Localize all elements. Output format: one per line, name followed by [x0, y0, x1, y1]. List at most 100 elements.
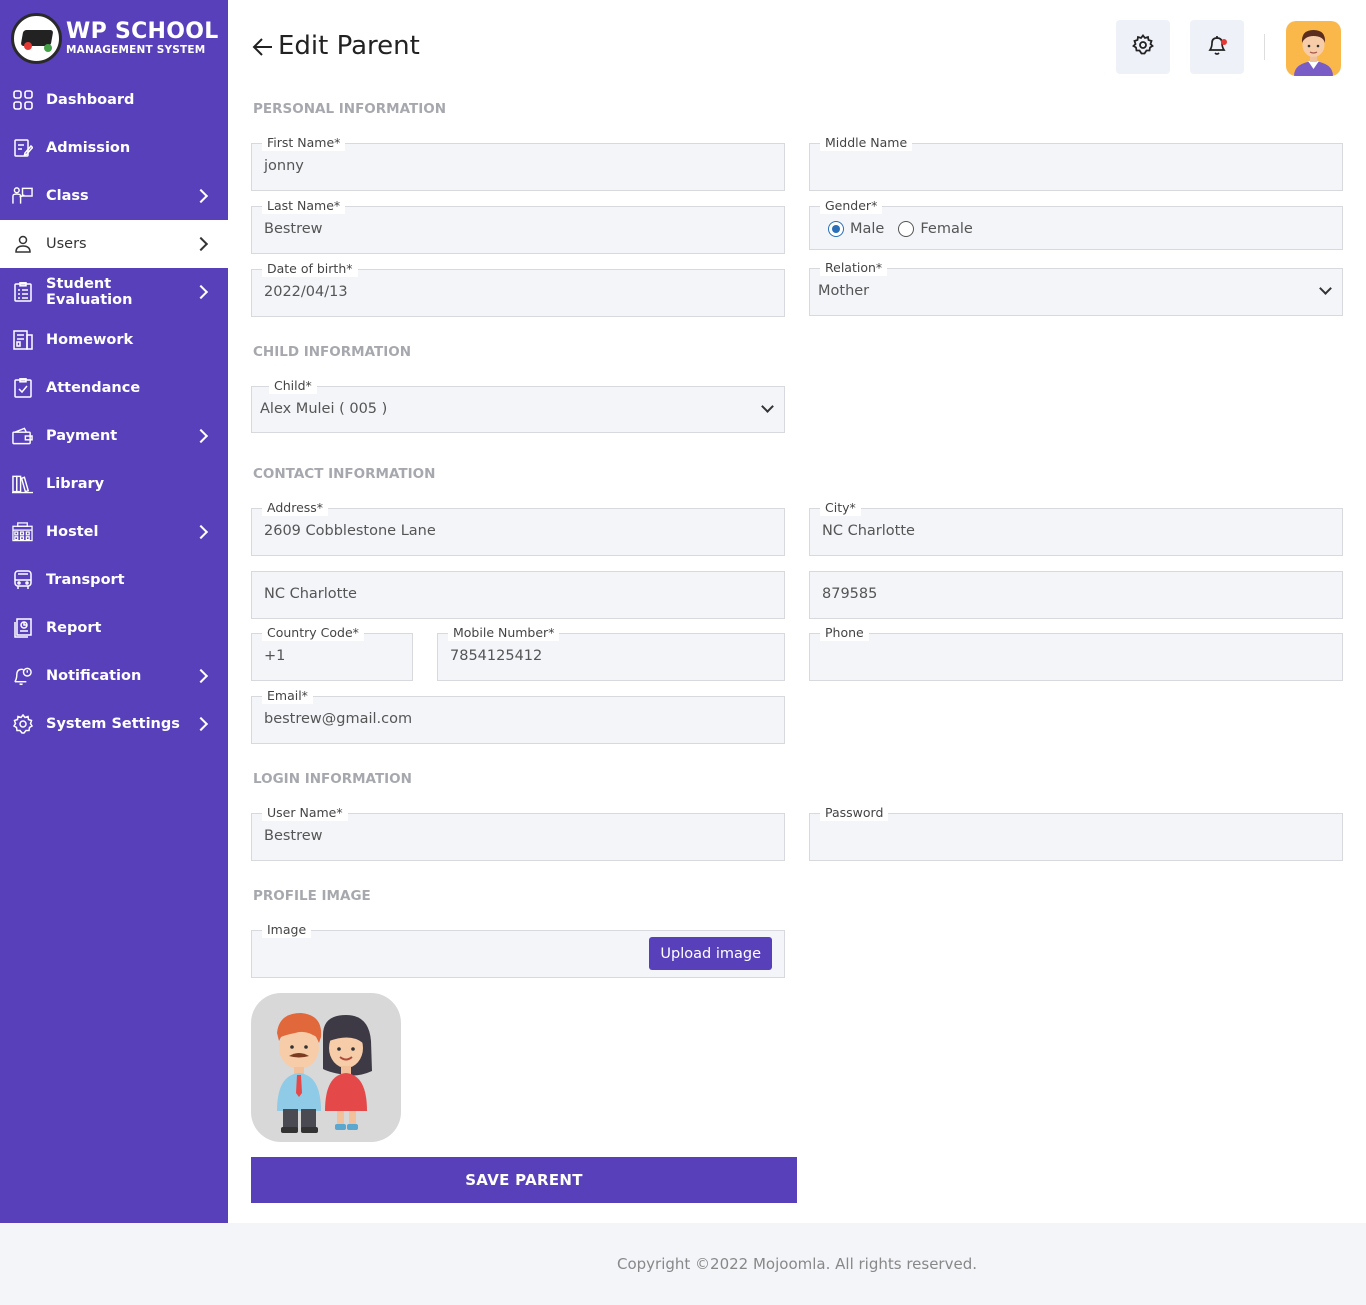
- sidebar-item-label: Notification: [46, 668, 142, 684]
- sidebar-item-homework[interactable]: Homework: [0, 316, 228, 364]
- section-title-personal: PERSONAL INFORMATION: [253, 101, 447, 117]
- sidebar-item-class[interactable]: Class: [0, 172, 228, 220]
- back-arrow-icon[interactable]: [252, 36, 274, 62]
- sidebar-item-library[interactable]: Library: [0, 460, 228, 508]
- field-value: Bestrew: [264, 221, 323, 237]
- brand[interactable]: WP SCHOOL MANAGEMENT SYSTEM: [0, 0, 228, 76]
- section-title-login: LOGIN INFORMATION: [253, 771, 412, 787]
- chevron-down-icon: [1319, 282, 1332, 295]
- middle-name-field[interactable]: Middle Name: [809, 135, 1343, 191]
- first-name-field[interactable]: First Name* jonny: [251, 135, 785, 191]
- sidebar-item-label: Payment: [46, 428, 118, 444]
- sidebar-item-label: Attendance: [46, 380, 141, 396]
- field-value: NC Charlotte: [822, 523, 915, 539]
- sidebar-item-hostel[interactable]: Hostel: [0, 508, 228, 556]
- upload-image-button[interactable]: Upload image: [649, 937, 772, 970]
- child-select[interactable]: Child* Alex Mulei ( 005 ): [251, 378, 785, 433]
- evaluation-icon: [12, 282, 33, 303]
- sidebar-item-student-evaluation[interactable]: Student Evaluation: [0, 268, 228, 316]
- field-label: Address*: [262, 500, 329, 516]
- save-parent-button[interactable]: SAVE PARENT: [251, 1157, 797, 1203]
- city-field[interactable]: City* NC Charlotte: [809, 500, 1343, 556]
- sidebar-item-report[interactable]: Report: [0, 604, 228, 652]
- field-value: +1: [264, 648, 286, 664]
- section-title-profile: PROFILE IMAGE: [253, 888, 371, 904]
- bus-icon: [12, 570, 33, 591]
- field-value: 2022/04/13: [264, 284, 348, 300]
- sidebar-item-system-settings[interactable]: System Settings: [0, 700, 228, 748]
- page-title: Edit Parent: [278, 31, 420, 61]
- avatar[interactable]: [1286, 21, 1341, 76]
- school-logo-icon: [11, 12, 62, 64]
- password-field[interactable]: Password: [809, 805, 1343, 861]
- sidebar-item-label: Admission: [46, 140, 131, 156]
- field-label: Email*: [262, 688, 313, 704]
- field-label: Relation*: [820, 260, 888, 276]
- sidebar-item-transport[interactable]: Transport: [0, 556, 228, 604]
- chevron-right-icon: [193, 428, 209, 444]
- chevron-right-icon: [193, 716, 209, 732]
- notifications-button[interactable]: [1190, 20, 1244, 74]
- section-title-child: CHILD INFORMATION: [253, 344, 411, 360]
- chevron-right-icon: [193, 668, 209, 684]
- sidebar-item-notification[interactable]: Notification: [0, 652, 228, 700]
- sidebar-item-label: Hostel: [46, 524, 99, 540]
- field-label: User Name*: [262, 805, 348, 821]
- address-field[interactable]: Address* 2609 Cobblestone Lane: [251, 500, 785, 556]
- brand-subtitle: MANAGEMENT SYSTEM: [66, 43, 206, 56]
- field-label: Gender*: [820, 198, 883, 214]
- email-field[interactable]: Email* bestrew@gmail.com: [251, 688, 785, 744]
- sidebar-item-attendance[interactable]: Attendance: [0, 364, 228, 412]
- zip-code-field[interactable]: 879585: [809, 571, 1343, 619]
- chevron-right-icon: [193, 524, 209, 540]
- field-label: First Name*: [262, 135, 346, 151]
- field-label: Child*: [269, 378, 317, 394]
- sidebar: WP SCHOOL MANAGEMENT SYSTEM Dashboard Ad…: [0, 0, 228, 1223]
- sidebar-item-users[interactable]: Users: [0, 220, 228, 268]
- section-title-contact: CONTACT INFORMATION: [253, 466, 436, 482]
- radio-unchecked-icon: [898, 221, 915, 237]
- mobile-number-field[interactable]: Mobile Number* 7854125412: [437, 625, 785, 681]
- field-label: Mobile Number*: [448, 625, 560, 641]
- sidebar-nav: Dashboard Admission Class Users Student …: [0, 76, 228, 748]
- radio-label: Male: [850, 221, 885, 237]
- sidebar-item-dashboard[interactable]: Dashboard: [0, 76, 228, 124]
- country-code-field[interactable]: Country Code* +1: [251, 625, 413, 681]
- sidebar-item-label: Library: [46, 476, 105, 492]
- wallet-icon: [12, 426, 33, 447]
- gender-radio-female[interactable]: Female: [898, 221, 973, 237]
- sidebar-item-payment[interactable]: Payment: [0, 412, 228, 460]
- sidebar-item-label: System Settings: [46, 716, 180, 732]
- report-icon: [12, 618, 33, 639]
- notification-icon: [12, 666, 33, 687]
- footer: Copyright ©2022 Mojoomla. All rights res…: [0, 1223, 1366, 1305]
- state-field[interactable]: NC Charlotte: [251, 571, 785, 619]
- field-label: Phone: [820, 625, 869, 641]
- field-value: jonny: [264, 158, 304, 174]
- last-name-field[interactable]: Last Name* Bestrew: [251, 198, 785, 254]
- field-label: City*: [820, 500, 861, 516]
- settings-icon: [12, 714, 33, 735]
- relation-select[interactable]: Relation* Mother: [809, 260, 1343, 316]
- date-of-birth-field[interactable]: Date of birth* 2022/04/13: [251, 261, 785, 317]
- profile-image: [251, 993, 401, 1142]
- field-label: Country Code*: [262, 625, 364, 641]
- gear-icon: [1132, 34, 1154, 60]
- page-header: Edit Parent: [228, 0, 1366, 90]
- image-upload-field: Image Upload image: [251, 922, 785, 978]
- gender-field: Gender* Male Female: [809, 198, 1343, 250]
- field-label: Middle Name: [820, 135, 913, 151]
- sidebar-item-label: Report: [46, 620, 102, 636]
- sidebar-item-label: Dashboard: [46, 92, 135, 108]
- sidebar-item-label: Class: [46, 188, 89, 204]
- dashboard-icon: [12, 90, 33, 111]
- sidebar-item-admission[interactable]: Admission: [0, 124, 228, 172]
- field-label: Last Name*: [262, 198, 346, 214]
- settings-button[interactable]: [1116, 20, 1170, 74]
- user-icon: [12, 234, 33, 255]
- gender-radio-male[interactable]: Male: [828, 221, 884, 237]
- notification-dot: [1221, 39, 1227, 45]
- username-field[interactable]: User Name* Bestrew: [251, 805, 785, 861]
- phone-field[interactable]: Phone: [809, 625, 1343, 681]
- brand-title: WP SCHOOL: [66, 18, 219, 44]
